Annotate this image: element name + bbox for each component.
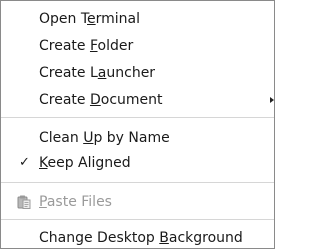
menu-item-keep-aligned[interactable]: ✓ Keep Aligned — [1, 151, 274, 175]
menu-item-label: Create Launcher — [39, 65, 156, 81]
menu-item-label: Change Desktop Background — [39, 230, 243, 246]
desktop-context-menu: Open Terminal Create Folder Create Launc… — [0, 0, 275, 249]
menu-item-paste-files[interactable]: Paste Files — [1, 190, 274, 214]
menu-item-label: Open Terminal — [39, 11, 141, 27]
checkmark-icon: ✓ — [19, 155, 30, 170]
menu-item-label: Clean Up by Name — [39, 130, 170, 146]
menu-item-create-document[interactable]: Create Document — [1, 88, 274, 112]
menu-item-open-terminal[interactable]: Open Terminal — [1, 7, 274, 31]
menu-item-create-folder[interactable]: Create Folder — [1, 34, 274, 58]
menu-item-clean-up-by-name[interactable]: Clean Up by Name — [1, 126, 274, 150]
menu-item-change-desktop-background[interactable]: Change Desktop Background — [1, 226, 274, 249]
menu-separator — [1, 182, 274, 183]
menu-item-label: Create Folder — [39, 38, 134, 54]
menu-separator — [1, 219, 274, 220]
menu-item-create-launcher[interactable]: Create Launcher — [1, 61, 274, 85]
menu-item-label: Keep Aligned — [39, 155, 131, 171]
menu-separator — [1, 117, 274, 118]
submenu-arrow-icon — [270, 97, 274, 103]
menu-item-label: Paste Files — [39, 194, 112, 210]
menu-item-label: Create Document — [39, 92, 163, 108]
clipboard-icon — [17, 195, 31, 209]
